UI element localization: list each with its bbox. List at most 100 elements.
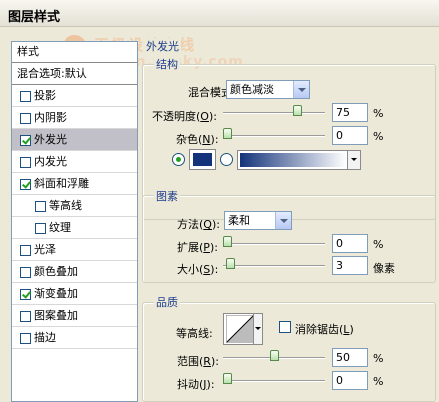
- chevron-down-icon: [293, 81, 309, 98]
- style-list-item[interactable]: 描边: [12, 327, 137, 349]
- style-item-label: 图案叠加: [34, 309, 78, 322]
- style-item-label: 颜色叠加: [34, 265, 78, 278]
- opacity-slider-track: [223, 112, 325, 114]
- style-item-checkbox[interactable]: [20, 267, 31, 278]
- style-item-checkbox[interactable]: [20, 135, 31, 146]
- contour-label: 等高线:: [176, 327, 213, 340]
- style-item-label: 描边: [34, 331, 56, 344]
- style-item-label: 等高线: [49, 199, 82, 212]
- noise-slider-thumb[interactable]: [223, 128, 232, 139]
- jitter-slider[interactable]: [223, 373, 325, 384]
- style-item-checkbox[interactable]: [35, 201, 46, 212]
- outer-glow-panel: 外发光 结构 混合模式: 颜色减淡 不透明度(O): 75 % 杂色(N): 0…: [140, 38, 439, 402]
- range-unit: %: [373, 352, 384, 365]
- jitter-label: 抖动(J):: [177, 378, 215, 391]
- spread-input[interactable]: 0: [332, 234, 368, 253]
- style-item-checkbox[interactable]: [20, 91, 31, 102]
- style-item-label: 斜面和浮雕: [34, 177, 89, 190]
- style-list: 样式 混合选项:默认 投影内阴影外发光内发光斜面和浮雕等高线纹理光泽颜色叠加渐变…: [11, 41, 138, 402]
- noise-slider-track: [223, 135, 325, 137]
- jitter-slider-track: [223, 380, 325, 382]
- size-slider[interactable]: [223, 258, 325, 269]
- noise-input[interactable]: 0: [332, 126, 368, 145]
- gradient-dropdown-icon: [347, 151, 360, 169]
- style-list-item[interactable]: 内阴影: [12, 107, 137, 129]
- jitter-slider-thumb[interactable]: [223, 373, 232, 384]
- size-input[interactable]: 3: [332, 256, 368, 275]
- style-item-checkbox[interactable]: [20, 311, 31, 322]
- style-item-checkbox[interactable]: [20, 245, 31, 256]
- noise-label: 杂色(N):: [176, 133, 219, 146]
- style-list-item[interactable]: 光泽: [12, 239, 137, 261]
- size-slider-track: [223, 265, 325, 267]
- solid-color-radio[interactable]: [172, 153, 185, 166]
- title-bar: 图层样式: [0, 0, 439, 27]
- spread-slider-thumb[interactable]: [223, 236, 232, 247]
- opacity-label: 不透明度(O):: [152, 110, 217, 123]
- style-list-item[interactable]: 纹理: [12, 217, 137, 239]
- style-item-label: 投影: [34, 89, 56, 102]
- spread-label: 扩展(P):: [177, 241, 218, 254]
- style-list-item[interactable]: 渐变叠加: [12, 283, 137, 305]
- gradient-radio[interactable]: [220, 153, 233, 166]
- size-unit: 像素: [373, 262, 395, 275]
- style-item-label: 外发光: [34, 133, 67, 146]
- contour-picker[interactable]: [223, 313, 263, 345]
- spread-slider-track: [223, 243, 325, 245]
- blend-options-item[interactable]: 混合选项:默认: [12, 63, 137, 85]
- opacity-slider[interactable]: [223, 105, 325, 116]
- glow-color-swatch[interactable]: [189, 149, 216, 170]
- style-item-checkbox[interactable]: [20, 289, 31, 300]
- antialias-label: 消除锯齿(L): [295, 323, 354, 336]
- style-item-label: 渐变叠加: [34, 287, 78, 300]
- blend-mode-select[interactable]: 颜色减淡: [226, 80, 310, 99]
- spread-unit: %: [373, 238, 384, 251]
- style-list-item[interactable]: 内发光: [12, 151, 137, 173]
- jitter-input[interactable]: 0: [332, 371, 368, 390]
- style-item-label: 内发光: [34, 155, 67, 168]
- blend-mode-value: 颜色减淡: [230, 83, 274, 96]
- style-item-label: 光泽: [34, 243, 56, 256]
- window-title: 图层样式: [8, 10, 61, 25]
- range-label: 范围(R):: [177, 355, 219, 368]
- style-item-label: 纹理: [49, 221, 71, 234]
- glow-color-fill: [193, 153, 212, 166]
- style-list-item[interactable]: 等高线: [12, 195, 137, 217]
- chevron-down-icon: [275, 212, 291, 229]
- style-list-item[interactable]: 图案叠加: [12, 305, 137, 327]
- range-slider[interactable]: [223, 350, 325, 361]
- size-label: 大小(S):: [177, 263, 219, 276]
- opacity-slider-thumb[interactable]: [293, 105, 302, 116]
- style-list-item[interactable]: 颜色叠加: [12, 261, 137, 283]
- opacity-input[interactable]: 75: [332, 103, 368, 122]
- quality-title: 品质: [154, 294, 180, 310]
- method-select[interactable]: 柔和: [224, 211, 292, 230]
- style-list-item[interactable]: 外发光: [12, 129, 137, 151]
- noise-slider[interactable]: [223, 128, 325, 139]
- contour-dropdown-icon: [253, 314, 262, 344]
- opacity-unit: %: [373, 107, 384, 120]
- style-item-checkbox[interactable]: [20, 333, 31, 344]
- spread-slider[interactable]: [223, 236, 325, 247]
- style-list-header[interactable]: 样式: [12, 42, 137, 63]
- antialias-checkbox[interactable]: [279, 321, 291, 333]
- range-input[interactable]: 50: [332, 348, 368, 367]
- style-item-checkbox[interactable]: [35, 223, 46, 234]
- contour-linear-icon: [226, 315, 254, 343]
- method-value: 柔和: [228, 214, 250, 227]
- jitter-unit: %: [373, 375, 384, 388]
- glow-gradient-preview: [240, 153, 346, 167]
- structure-title: 结构: [154, 56, 180, 72]
- noise-unit: %: [373, 130, 384, 143]
- style-list-item[interactable]: 斜面和浮雕: [12, 173, 137, 195]
- method-label: 方法(Q):: [177, 218, 220, 231]
- range-slider-thumb[interactable]: [270, 350, 279, 361]
- glow-gradient-picker[interactable]: [237, 150, 361, 170]
- elements-title: 图素: [154, 188, 180, 204]
- style-item-checkbox[interactable]: [20, 113, 31, 124]
- style-item-checkbox[interactable]: [20, 179, 31, 190]
- size-slider-thumb[interactable]: [226, 258, 235, 269]
- panel-title: 外发光: [144, 38, 181, 54]
- style-list-item[interactable]: 投影: [12, 85, 137, 107]
- style-item-checkbox[interactable]: [20, 157, 31, 168]
